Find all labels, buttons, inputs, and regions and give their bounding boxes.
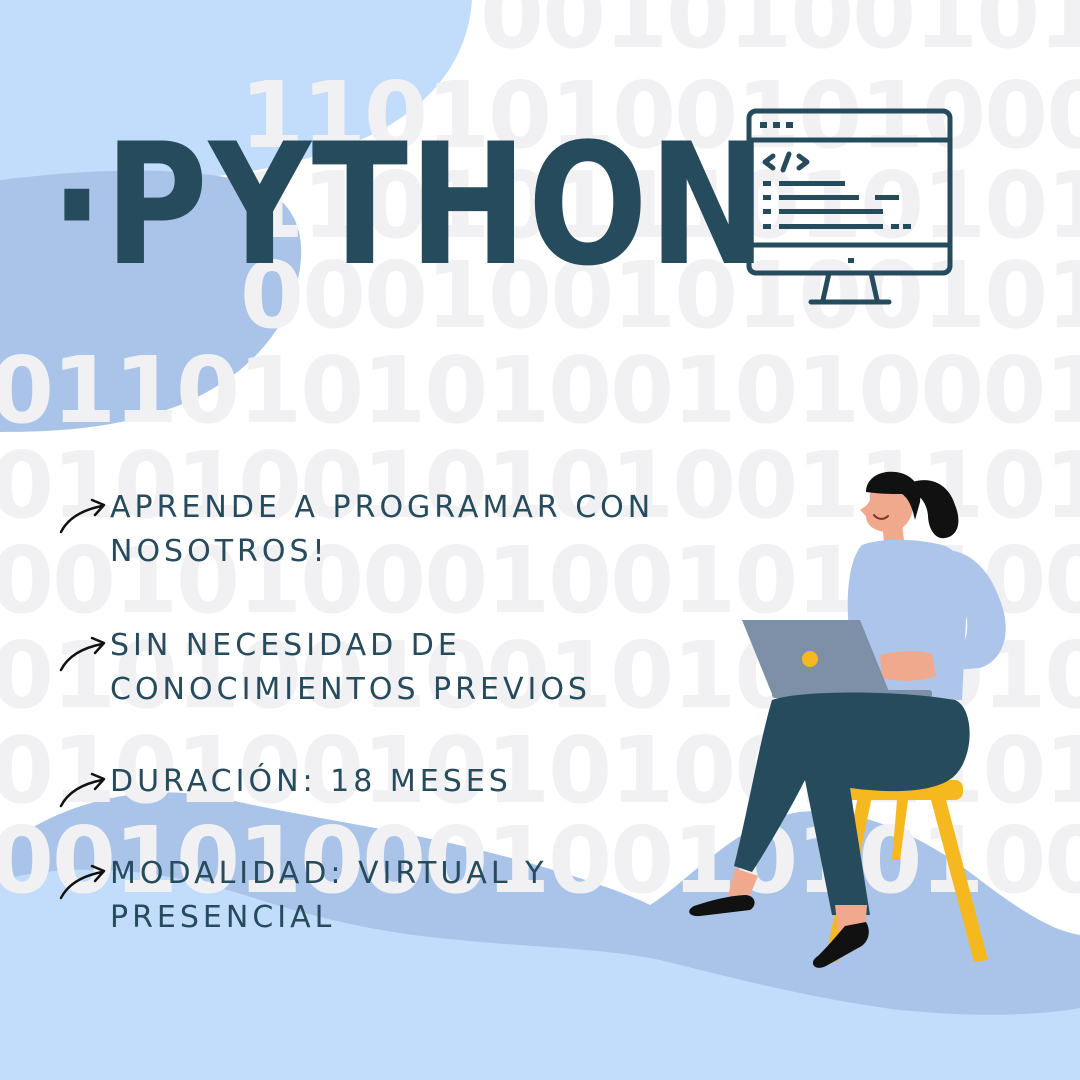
bullet-text: MODALIDAD: VIRTUAL Y PRESENCIAL xyxy=(110,856,548,935)
curved-arrow-icon xyxy=(59,636,106,672)
page-title: ·PYTHON xyxy=(50,107,768,303)
binary-row: 01101010100101000101 xyxy=(0,345,1080,437)
curved-arrow-icon xyxy=(59,772,106,808)
shoe xyxy=(689,895,755,917)
binary-row: 001010010101 xyxy=(480,0,1080,62)
curved-arrow-icon xyxy=(59,864,106,900)
code-monitor-icon xyxy=(746,108,953,305)
poster: 001010010101 1101010010100010 1101011101… xyxy=(0,0,1080,1080)
bullet-text: APRENDE A PROGRAMAR CON NOSOTROS! xyxy=(110,490,655,569)
woman-laptop-illustration xyxy=(689,471,1006,968)
bullet-text: SIN NECESIDAD DE CONOCIMIENTOS PREVIOS xyxy=(110,628,591,707)
bullet-text: DURACIÓN: 18 MESES xyxy=(110,764,512,799)
curved-arrow-icon xyxy=(59,498,106,534)
